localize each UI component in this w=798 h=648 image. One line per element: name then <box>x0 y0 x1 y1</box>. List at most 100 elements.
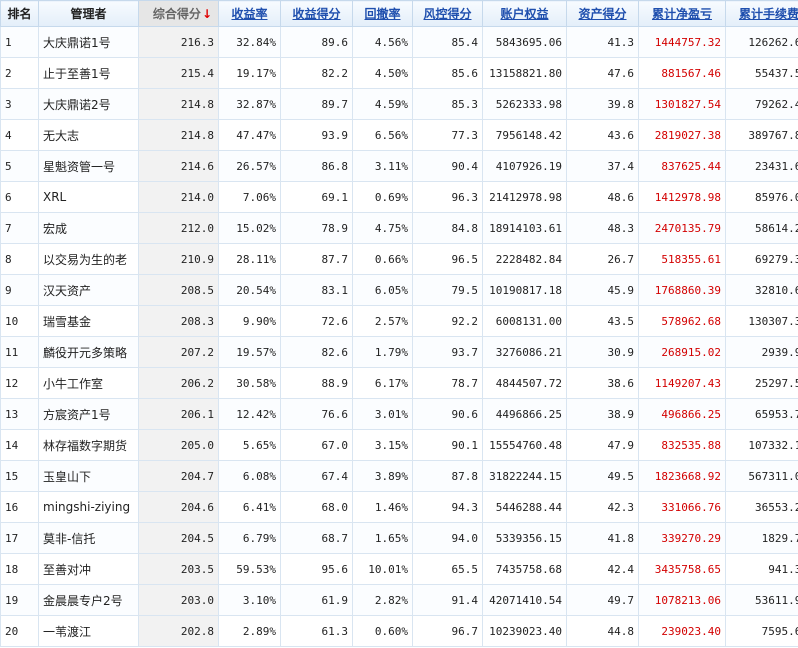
rank-cell: 2 <box>0 57 39 89</box>
asset-score-cell: 38.9 <box>566 398 639 430</box>
risk-score-cell: 96.3 <box>412 181 483 213</box>
asset-score-cell: 41.3 <box>566 26 639 58</box>
return-rate-cell: 32.87% <box>218 88 281 120</box>
col-composite-score-header[interactable]: 综合得分↓ <box>138 0 219 27</box>
rank-cell: 18 <box>0 553 39 585</box>
manager-name-cell: 瑞雪基金 <box>38 305 139 337</box>
header-row: 排名 管理者 综合得分↓ 收益率 收益得分 回撤率 风控得分 账户权益 资产得分… <box>0 0 798 27</box>
composite-score-cell: 210.9 <box>138 243 219 275</box>
asset-score-cell: 43.5 <box>566 305 639 337</box>
col-composite-score-label: 综合得分 <box>152 7 201 21</box>
composite-score-cell: 214.0 <box>138 181 219 213</box>
return-rate-cell: 6.41% <box>218 491 281 523</box>
composite-score-cell: 203.5 <box>138 553 219 585</box>
composite-score-cell: 206.2 <box>138 367 219 399</box>
composite-score-cell: 214.6 <box>138 150 219 182</box>
drawdown-cell: 3.01% <box>352 398 413 430</box>
manager-name-cell: XRL <box>38 181 139 213</box>
return-rate-cell: 26.57% <box>218 150 281 182</box>
drawdown-cell: 6.05% <box>352 274 413 306</box>
drawdown-cell: 0.69% <box>352 181 413 213</box>
return-rate-cell: 19.17% <box>218 57 281 89</box>
equity-cell: 13158821.80 <box>482 57 567 89</box>
table-row: 19 金晨晨专户2号 203.0 3.10% 61.9 2.82% 91.4 42071410… <box>0 584 798 616</box>
return-rate-cell: 15.02% <box>218 212 281 244</box>
drawdown-cell: 6.56% <box>352 119 413 151</box>
col-drawdown-header[interactable]: 回撤率 <box>352 0 413 27</box>
manager-name-cell: 金晨晨专户2号 <box>38 584 139 616</box>
cum-fee-cell: 25297.57 <box>725 367 798 399</box>
return-rate-cell: 47.47% <box>218 119 281 151</box>
risk-score-cell: 94.3 <box>412 491 483 523</box>
drawdown-cell: 4.59% <box>352 88 413 120</box>
cum-fee-cell: 1829.71 <box>725 522 798 554</box>
manager-name-cell: 一苇渡江 <box>38 615 139 647</box>
asset-score-cell: 49.7 <box>566 584 639 616</box>
rank-cell: 17 <box>0 522 39 554</box>
asset-score-cell: 30.9 <box>566 336 639 368</box>
equity-cell: 15554760.48 <box>482 429 567 461</box>
risk-score-cell: 77.3 <box>412 119 483 151</box>
cum-fee-cell: 53611.94 <box>725 584 798 616</box>
manager-name-cell: 大庆鼎诺1号 <box>38 26 139 58</box>
col-return-rate-header[interactable]: 收益率 <box>218 0 281 27</box>
table-row: 16 mingshi-ziying 204.6 6.41% 68.0 1.46% 94.3 5… <box>0 491 798 523</box>
composite-score-cell: 208.3 <box>138 305 219 337</box>
table-row: 9 汉天资产 208.5 20.54% 83.1 6.05% 79.5 10190817.18… <box>0 274 798 306</box>
return-score-cell: 89.6 <box>280 26 353 58</box>
return-rate-cell: 59.53% <box>218 553 281 585</box>
asset-score-cell: 47.6 <box>566 57 639 89</box>
return-rate-cell: 6.08% <box>218 460 281 492</box>
cum-fee-cell: 69279.39 <box>725 243 798 275</box>
col-cum-pnl-header[interactable]: 累计净盈亏 <box>638 0 726 27</box>
manager-name-cell: 小牛工作室 <box>38 367 139 399</box>
risk-score-cell: 96.7 <box>412 615 483 647</box>
composite-score-cell: 204.5 <box>138 522 219 554</box>
col-risk-score-header[interactable]: 风控得分 <box>412 0 483 27</box>
return-rate-cell: 30.58% <box>218 367 281 399</box>
col-cum-fee-header[interactable]: 累计手续费 <box>725 0 798 27</box>
rank-cell: 4 <box>0 119 39 151</box>
rank-cell: 9 <box>0 274 39 306</box>
drawdown-cell: 10.01% <box>352 553 413 585</box>
drawdown-cell: 4.56% <box>352 26 413 58</box>
cum-pnl-cell: 837625.44 <box>638 150 726 182</box>
risk-score-cell: 87.8 <box>412 460 483 492</box>
cum-fee-cell: 941.35 <box>725 553 798 585</box>
col-equity-header[interactable]: 账户权益 <box>482 0 567 27</box>
equity-cell: 7435758.68 <box>482 553 567 585</box>
composite-score-cell: 205.0 <box>138 429 219 461</box>
drawdown-cell: 1.46% <box>352 491 413 523</box>
equity-cell: 4844507.72 <box>482 367 567 399</box>
return-rate-cell: 19.57% <box>218 336 281 368</box>
composite-score-cell: 214.8 <box>138 119 219 151</box>
risk-score-cell: 85.3 <box>412 88 483 120</box>
composite-score-cell: 206.1 <box>138 398 219 430</box>
table-row: 4 无大志 214.8 47.47% 93.9 6.56% 77.3 7956148.42 43… <box>0 119 798 151</box>
risk-score-cell: 78.7 <box>412 367 483 399</box>
cum-fee-cell: 567311.08 <box>725 460 798 492</box>
asset-score-cell: 26.7 <box>566 243 639 275</box>
asset-score-cell: 43.6 <box>566 119 639 151</box>
return-score-cell: 88.9 <box>280 367 353 399</box>
asset-score-cell: 42.3 <box>566 491 639 523</box>
risk-score-cell: 96.5 <box>412 243 483 275</box>
cum-fee-cell: 32810.62 <box>725 274 798 306</box>
table-row: 18 至善对冲 203.5 59.53% 95.6 10.01% 65.5 7435758.6… <box>0 553 798 585</box>
cum-pnl-cell: 3435758.65 <box>638 553 726 585</box>
rank-cell: 11 <box>0 336 39 368</box>
cum-fee-cell: 2939.98 <box>725 336 798 368</box>
col-return-score-header[interactable]: 收益得分 <box>280 0 353 27</box>
cum-fee-cell: 36553.24 <box>725 491 798 523</box>
equity-cell: 31822244.15 <box>482 460 567 492</box>
return-score-cell: 61.9 <box>280 584 353 616</box>
asset-score-cell: 41.8 <box>566 522 639 554</box>
risk-score-cell: 90.6 <box>412 398 483 430</box>
asset-score-cell: 39.8 <box>566 88 639 120</box>
drawdown-cell: 1.79% <box>352 336 413 368</box>
asset-score-cell: 48.6 <box>566 181 639 213</box>
drawdown-cell: 1.65% <box>352 522 413 554</box>
rank-cell: 16 <box>0 491 39 523</box>
col-asset-score-header[interactable]: 资产得分 <box>566 0 639 27</box>
return-score-cell: 67.0 <box>280 429 353 461</box>
